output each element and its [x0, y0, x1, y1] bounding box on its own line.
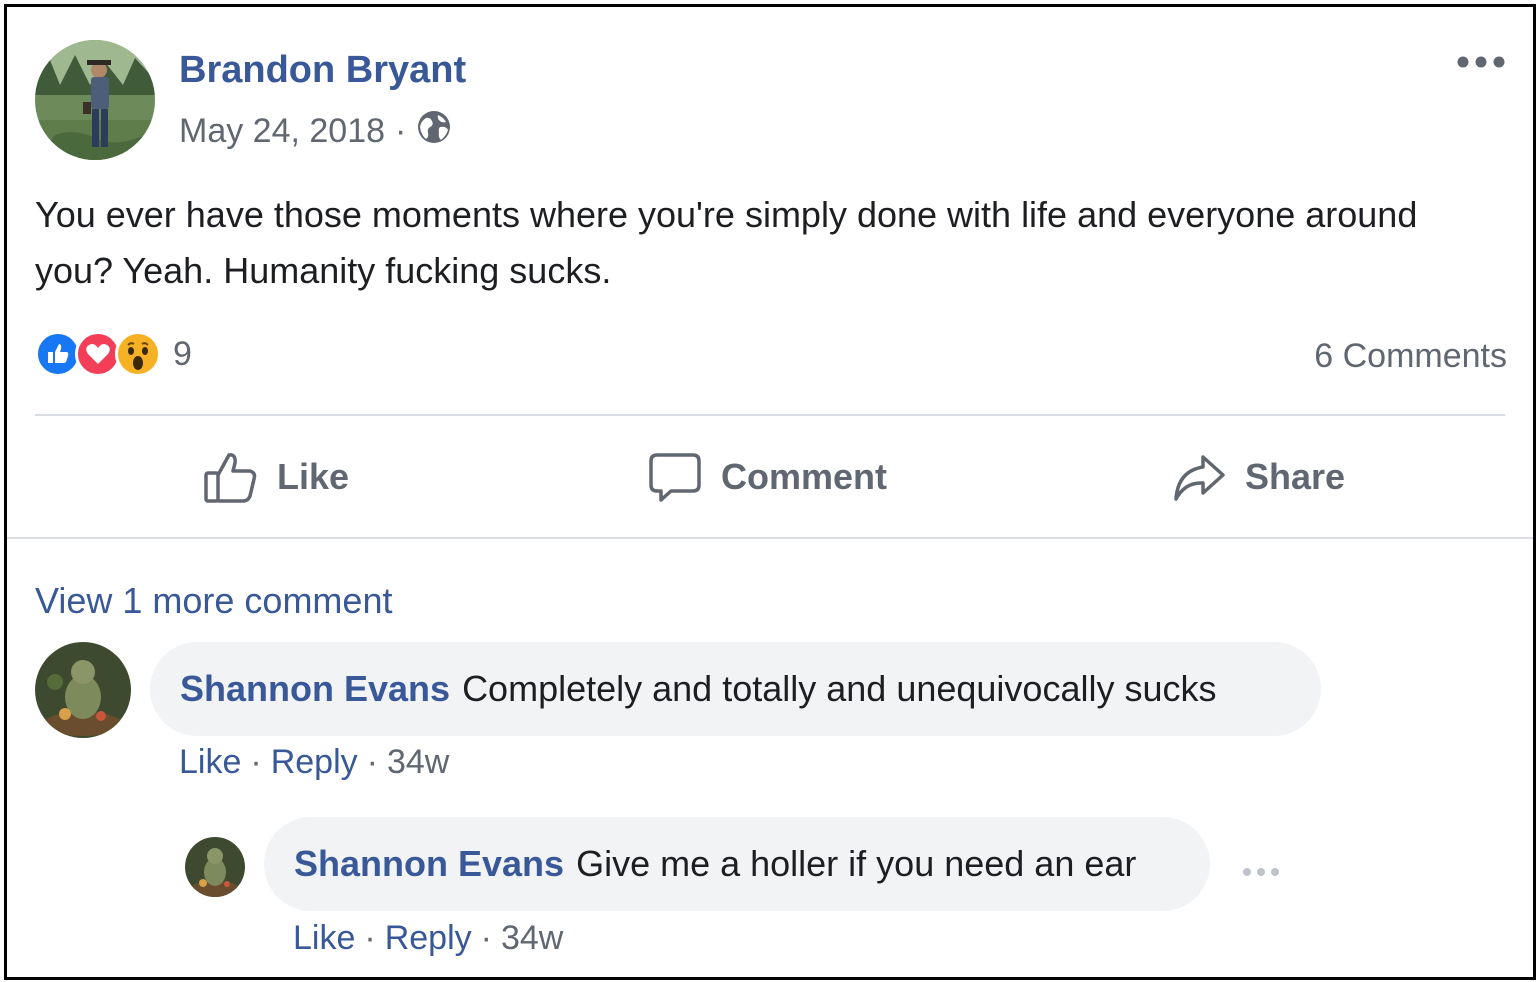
comment-options-icon[interactable]	[1239, 862, 1283, 882]
comment-like-link[interactable]: Like	[179, 743, 241, 782]
comment-age[interactable]: 34w	[501, 919, 563, 958]
share-button[interactable]: Share	[1171, 447, 1345, 507]
comment-reply-link[interactable]: Reply	[271, 743, 358, 782]
commenter-avatar[interactable]	[35, 642, 131, 738]
globe-icon	[416, 109, 452, 154]
separator: ·	[364, 919, 376, 957]
comment-like-link[interactable]: Like	[293, 919, 355, 958]
reaction-count: 9	[173, 334, 192, 373]
comment-age[interactable]: 34w	[387, 743, 449, 782]
share-button-label: Share	[1245, 456, 1346, 497]
separator: ·	[480, 919, 492, 957]
comment-reply-link[interactable]: Reply	[385, 919, 472, 958]
divider	[35, 414, 1505, 416]
reactions-summary[interactable]: 9	[35, 329, 192, 379]
author-name[interactable]: Brandon Bryant	[179, 49, 466, 92]
meta-separator: ·	[395, 112, 407, 150]
comment-text: Completely and totally and unequivocally…	[462, 668, 1217, 709]
comment-button[interactable]: Comment	[647, 447, 887, 507]
separator: ·	[250, 743, 262, 781]
like-button-label: Like	[277, 456, 350, 497]
share-arrow-icon	[1174, 455, 1225, 501]
post-text: You ever have those moments where you're…	[35, 194, 1418, 291]
post-meta: May 24, 2018 ·	[179, 109, 452, 154]
commenter-name[interactable]: Shannon Evans	[294, 843, 564, 885]
post-card: Brandon Bryant May 24, 2018 · You ever h…	[4, 4, 1536, 980]
comment-text: Give me a holler if you need an ear	[576, 843, 1137, 884]
post-options-icon[interactable]	[1453, 47, 1513, 77]
view-more-comments-link[interactable]: View 1 more comment	[35, 580, 392, 622]
reply-commenter-avatar[interactable]	[185, 837, 245, 897]
comment-actions: Like · Reply · 34w	[179, 743, 449, 782]
commenter-name[interactable]: Shannon Evans	[180, 668, 450, 710]
separator: ·	[366, 743, 378, 781]
divider	[7, 537, 1533, 539]
thumbs-up-icon	[204, 453, 257, 503]
like-button[interactable]: Like	[203, 447, 349, 507]
post-date[interactable]: May 24, 2018	[179, 112, 385, 151]
comment-bubble-icon	[649, 453, 701, 502]
wow-reaction-icon	[115, 331, 161, 377]
comments-count[interactable]: 6 Comments	[1314, 337, 1507, 376]
author-avatar[interactable]	[35, 40, 155, 160]
reply-bubble: Shannon Evans Give me a holler if you ne…	[264, 817, 1210, 911]
comment-bubble: Shannon Evans Completely and totally and…	[150, 642, 1321, 736]
reply-actions: Like · Reply · 34w	[293, 919, 563, 958]
comment-button-label: Comment	[721, 456, 888, 497]
